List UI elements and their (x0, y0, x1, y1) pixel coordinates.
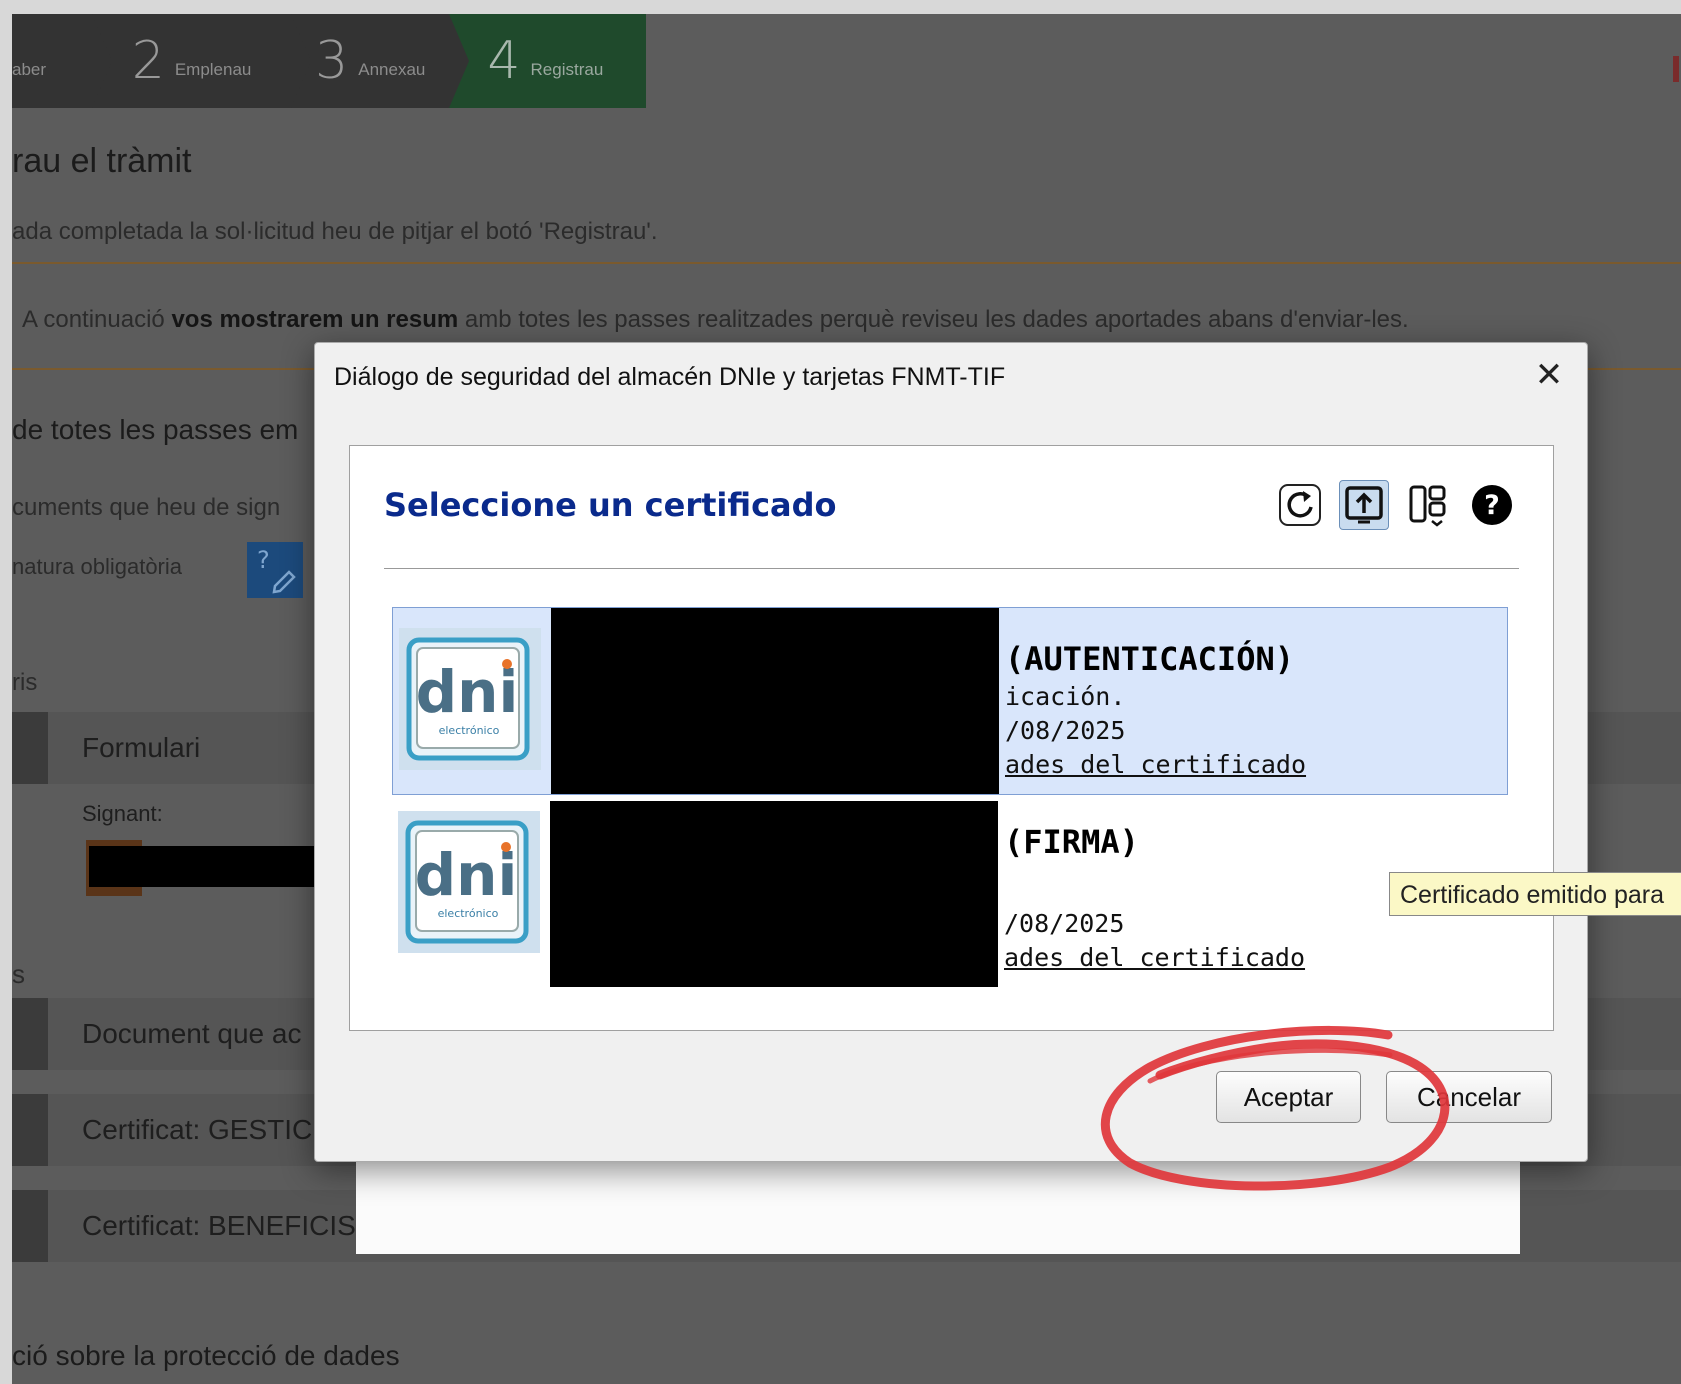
svg-text:dni: dni (416, 658, 519, 726)
help-icon[interactable]: ? (1467, 480, 1517, 530)
step-3[interactable]: 3 Annexau (291, 14, 470, 108)
redacted-holder-name (551, 608, 999, 794)
redacted-holder-name (550, 801, 998, 987)
step-3-label: Annexau (358, 60, 426, 79)
step-4-active[interactable]: 4 Registrau (449, 14, 647, 108)
forms-heading: ris (12, 669, 38, 696)
dnie-logo: dni electrónico (399, 628, 541, 770)
toolbar: ? (1275, 480, 1517, 530)
svg-text:?: ? (257, 546, 270, 574)
certificate-name: (FIRMA) (1004, 823, 1139, 861)
refresh-icon[interactable] (1275, 480, 1325, 530)
form-row-label: Formulari (82, 732, 201, 763)
certificate-name: (AUTENTICACIÓN) (1005, 640, 1294, 678)
panel-separator (384, 568, 1519, 569)
cancel-button[interactable]: Cancelar (1386, 1071, 1552, 1123)
svg-text:?: ? (1484, 490, 1500, 521)
dialog-titlebar[interactable]: Diálogo de seguridad del almacén DNIe y … (315, 343, 1587, 409)
dnie-logo: dni electrónico (398, 811, 540, 953)
dialog-title: Diálogo de seguridad del almacén DNIe y … (334, 363, 1006, 391)
certificate-expiry: /08/2025 (1004, 909, 1125, 938)
svg-text:electrónico: electrónico (438, 907, 499, 920)
document-row-label: Document que ac (82, 1018, 302, 1049)
redacted-signer-name (89, 846, 331, 887)
section-heading: de totes les passes em (12, 414, 299, 445)
certificate-row-label: Certificat: GESTIC (82, 1114, 313, 1145)
step-2[interactable]: 2 Emplenau (91, 14, 312, 108)
mandatory-signature-text: natura obligatòria (12, 554, 183, 579)
certificate-properties-link[interactable]: ades del certificado (1005, 750, 1306, 779)
close-icon[interactable]: ✕ (1529, 355, 1569, 395)
view-mode-icon[interactable] (1403, 480, 1453, 530)
certificate-properties-link[interactable]: ades del certificado (1004, 943, 1305, 972)
svg-text:electrónico: electrónico (439, 724, 500, 737)
step-2-number: 2 (131, 31, 165, 91)
import-icon[interactable] (1339, 480, 1389, 530)
documents-heading: s (12, 959, 25, 989)
page-corner-marker (1673, 56, 1679, 82)
signer-label: Signant: (82, 801, 163, 826)
data-protection-heading: ció sobre la protecció de dades (12, 1340, 400, 1371)
certificate-tooltip: Certificado emitido para (1389, 872, 1681, 916)
certificate-item-signature[interactable]: dni electrónico (FIRMA) /08/2025 ades de… (392, 801, 1506, 987)
certificate-item-authentication[interactable]: dni electrónico (AUTENTICACIÓN) icación.… (392, 607, 1508, 795)
page-title: rau el tràmit (12, 142, 192, 180)
step-1[interactable]: aber (12, 14, 112, 108)
accept-button[interactable]: Aceptar (1216, 1071, 1361, 1123)
svg-text:dni: dni (415, 841, 518, 909)
page-subtitle: ada completada la sol·licitud heu de pit… (12, 218, 658, 245)
certificate-panel: Seleccione un certificado ? dni electrón… (349, 445, 1554, 1031)
certificate-expiry: /08/2025 (1005, 716, 1126, 745)
panel-title: Seleccione un certificado (384, 486, 837, 524)
step-3-number: 3 (315, 31, 349, 91)
step-1-label: aber (12, 60, 47, 79)
step-2-label: Emplenau (174, 60, 252, 79)
divider (12, 262, 1681, 264)
certificate-usage: icación. (1005, 682, 1126, 711)
info-text: A continuació vos mostrarem un resum amb… (22, 306, 1409, 333)
documents-text: cuments que heu de sign (12, 494, 281, 521)
dialog-backdrop-panel (356, 1157, 1520, 1254)
step-4-label: Registrau (530, 60, 604, 79)
step-tracker: aber 2 Emplenau 3 Annexau 4 Registrau (12, 14, 647, 108)
security-dialog: Diálogo de seguridad del almacén DNIe y … (314, 342, 1588, 1162)
signature-help-icon[interactable]: ? (247, 542, 303, 598)
step-4-number: 4 (487, 31, 521, 91)
certificate-row-label: Certificat: BENEFICIS (82, 1210, 356, 1241)
